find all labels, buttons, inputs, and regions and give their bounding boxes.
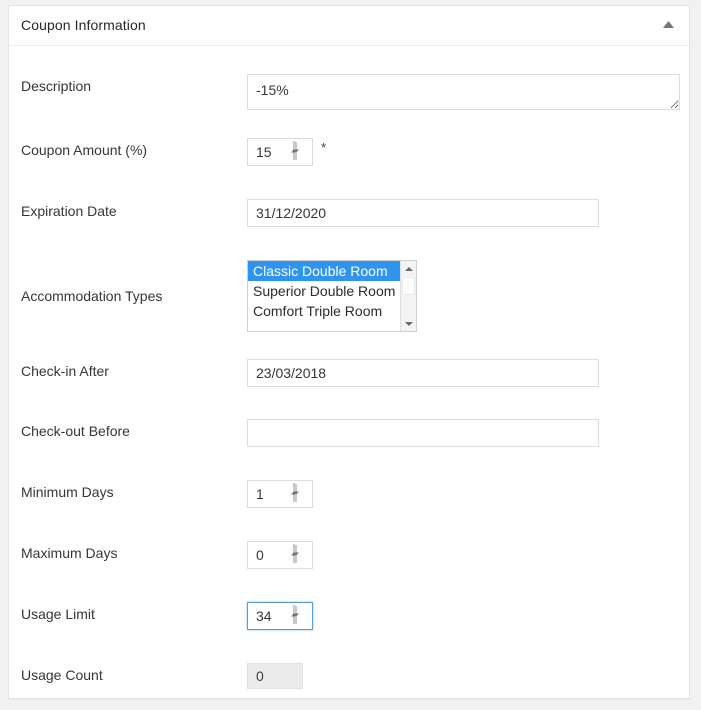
maximum-days-input[interactable] <box>248 542 292 568</box>
label-usage-count: Usage Count <box>21 663 236 687</box>
check-out-before-input[interactable] <box>247 419 599 447</box>
required-asterisk: * <box>321 140 326 155</box>
row-maximum-days: Maximum Days <box>9 541 689 565</box>
coupon-amount-input[interactable] <box>248 139 292 165</box>
coupon-amount-field-wrap: * <box>247 138 313 166</box>
check-in-after-field-wrap <box>247 359 599 387</box>
minimum-days-stepper[interactable] <box>247 480 313 508</box>
minimum-days-spin-buttons <box>293 484 308 504</box>
screen: Coupon Information Description <box>0 0 701 710</box>
minimum-days-field-wrap <box>247 480 313 508</box>
label-maximum-days: Maximum Days <box>21 541 236 565</box>
maximum-days-stepper[interactable] <box>247 541 313 569</box>
coupon-amount-stepper[interactable] <box>247 138 313 166</box>
label-accommodation-types: Accommodation Types <box>21 260 236 332</box>
listbox-scrollbar[interactable] <box>400 261 416 331</box>
usage-count-field-wrap <box>247 663 303 689</box>
label-expiration-date: Expiration Date <box>21 199 236 223</box>
accommodation-types-listbox[interactable]: Classic Double Room Superior Double Room… <box>247 260 417 332</box>
spinner-down-icon[interactable] <box>295 484 297 502</box>
row-description: Description <box>9 74 689 98</box>
spinner-down-icon[interactable] <box>295 142 297 160</box>
row-usage-limit: Usage Limit <box>9 602 689 626</box>
expiration-date-field-wrap <box>247 199 599 227</box>
usage-limit-field-wrap <box>247 602 313 630</box>
row-usage-count: Usage Count <box>9 663 689 687</box>
panel-body: Description <box>9 46 689 698</box>
spinner-down-icon[interactable] <box>295 606 297 624</box>
description-input[interactable] <box>247 74 680 110</box>
usage-limit-spin-buttons <box>293 606 308 626</box>
panel-header: Coupon Information <box>9 6 689 46</box>
label-check-in-after: Check-in After <box>21 359 236 383</box>
row-expiration-date: Expiration Date <box>9 199 689 223</box>
accommodation-types-field-wrap: Classic Double Room Superior Double Room… <box>247 260 417 332</box>
description-field-wrap <box>247 74 701 115</box>
label-description: Description <box>21 74 236 98</box>
row-minimum-days: Minimum Days <box>9 480 689 504</box>
label-minimum-days: Minimum Days <box>21 480 236 504</box>
label-coupon-amount: Coupon Amount (%) <box>21 138 236 162</box>
scroll-up-arrow-icon[interactable] <box>401 261 416 276</box>
row-coupon-amount: Coupon Amount (%) * <box>9 138 689 162</box>
label-usage-limit: Usage Limit <box>21 602 236 626</box>
list-item[interactable]: Comfort Triple Room <box>248 301 400 321</box>
page-title: Coupon Information <box>21 17 146 33</box>
coupon-information-panel: Coupon Information Description <box>8 5 690 699</box>
row-check-out-before: Check-out Before <box>9 419 689 443</box>
usage-limit-input[interactable] <box>248 603 292 629</box>
row-check-in-after: Check-in After <box>9 359 689 383</box>
scrollbar-thumb[interactable] <box>402 277 415 295</box>
usage-limit-stepper[interactable] <box>247 602 313 630</box>
check-out-before-field-wrap <box>247 419 599 447</box>
chevron-up-icon[interactable] <box>655 14 681 38</box>
list-item[interactable]: Superior Double Room <box>248 281 400 301</box>
usage-count-input <box>247 663 303 689</box>
label-check-out-before: Check-out Before <box>21 419 236 443</box>
maximum-days-spin-buttons <box>293 545 308 565</box>
list-item[interactable]: Classic Double Room <box>248 261 400 281</box>
check-in-after-input[interactable] <box>247 359 599 387</box>
accommodation-types-options: Classic Double Room Superior Double Room… <box>248 261 400 321</box>
maximum-days-field-wrap <box>247 541 313 569</box>
expiration-date-input[interactable] <box>247 199 599 227</box>
row-accommodation-types: Accommodation Types Classic Double Room … <box>9 260 689 332</box>
minimum-days-input[interactable] <box>248 481 292 507</box>
scroll-down-arrow-icon[interactable] <box>401 316 416 331</box>
coupon-amount-spin-buttons <box>293 142 308 162</box>
spinner-down-icon[interactable] <box>295 545 297 563</box>
